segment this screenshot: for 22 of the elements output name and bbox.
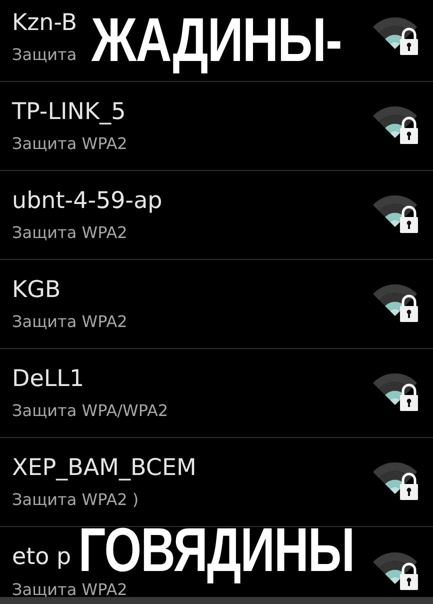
security-label: Защита bbox=[12, 45, 77, 64]
wifi-lock-icon bbox=[371, 284, 419, 324]
network-name: KGB bbox=[12, 276, 62, 304]
network-name: DeLL1 bbox=[12, 366, 86, 394]
security-label: Защита WPA2 ) bbox=[12, 490, 140, 510]
wifi-lock-icon bbox=[371, 106, 419, 146]
meme-caption: ГОВЯДИНЫ bbox=[78, 522, 354, 581]
wifi-lock-icon bbox=[371, 462, 419, 502]
network-name: ubnt-4-59-ap bbox=[12, 188, 162, 216]
security-label: Защита WPA2 bbox=[12, 223, 128, 242]
network-name: TP-LINK_5 bbox=[12, 98, 127, 126]
network-name: XEP_BAM_BCEM bbox=[12, 454, 196, 482]
security-label: Защита WPA2 bbox=[12, 580, 128, 599]
wifi-lock-icon bbox=[371, 373, 419, 413]
network-name: Kzn-B bbox=[12, 10, 77, 38]
security-label: Защита WPA/WPA2 bbox=[12, 401, 168, 420]
wifi-lock-icon bbox=[371, 195, 419, 235]
meme-caption: ЖАДИНЫ- bbox=[92, 12, 342, 71]
security-label: Защита WPA2 bbox=[12, 134, 128, 154]
wifi-lock-icon bbox=[371, 17, 419, 57]
security-label: Защита WPA2 bbox=[12, 312, 128, 332]
wifi-lock-icon bbox=[371, 552, 419, 592]
